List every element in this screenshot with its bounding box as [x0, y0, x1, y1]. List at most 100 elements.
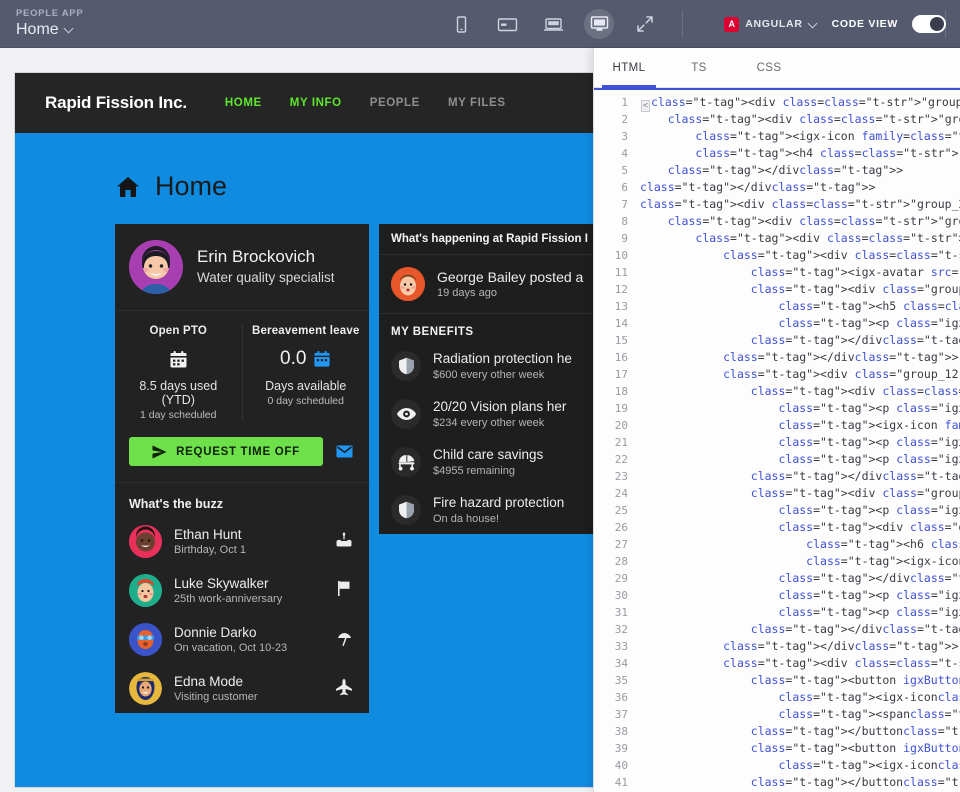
page-selector[interactable]: Home: [16, 21, 83, 38]
code-line-number: 23: [614, 470, 628, 483]
code-line: 32 class="t-tag"></divclass="t-tag">>: [594, 621, 960, 638]
framework-label: ANGULAR: [745, 18, 803, 30]
benefit-item[interactable]: Fire hazard protection On da house!: [379, 486, 593, 534]
laptop-icon: [543, 17, 563, 31]
code-line-number: 36: [614, 691, 628, 704]
cake-icon: [333, 532, 355, 552]
code-line-text: class="t-tag"></buttonclass="t-tag">>: [750, 775, 960, 789]
app-preview: Rapid Fission Inc. HOME MY INFO PEOPLE M…: [14, 72, 594, 788]
code-line-text: class="t-tag"><h5 class=class="t-str">"e…: [778, 299, 960, 313]
nav-item-my-info[interactable]: MY INFO: [290, 97, 342, 109]
request-time-off-button[interactable]: REQUEST TIME OFF: [129, 437, 323, 466]
code-line: 3 class="t-tag"><igx-icon family=class="…: [594, 128, 960, 145]
code-line-text: class="t-tag"><igx-iconclass="t-tag">>se…: [778, 690, 960, 704]
benefit-text: 20/20 Vision plans her $234 every other …: [433, 399, 566, 429]
tab-css[interactable]: CSS: [734, 48, 804, 87]
email-icon: [336, 445, 352, 458]
post-text: George Bailey posted a 19 days ago: [437, 269, 583, 299]
list-item[interactable]: Edna Mode Visiting customer: [115, 664, 369, 713]
list-item[interactable]: Ethan Hunt Birthday, Oct 1: [115, 517, 369, 566]
nav-item-home[interactable]: HOME: [225, 97, 262, 109]
dashboard-grid: Erin Brockovich Water quality specialist…: [15, 224, 593, 713]
hero-section: Home Erin Brockovich Water quality speci…: [15, 133, 593, 787]
buzz-card: What's the buzz Ethan Hunt Birthday, Oct…: [115, 483, 369, 713]
code-line: 18 class="t-tag"><div class=class="t-str…: [594, 383, 960, 400]
code-view-toggle[interactable]: [912, 15, 946, 33]
code-line-text: class="t-tag"></divclass="t-tag">>: [723, 350, 959, 364]
post-item[interactable]: George Bailey posted a 19 days ago: [379, 255, 593, 313]
code-line-text: class="t-tag"></divclass="t-tag">>: [640, 180, 876, 194]
tab-html[interactable]: HTML: [594, 48, 664, 88]
app-navbar: Rapid Fission Inc. HOME MY INFO PEOPLE M…: [15, 73, 593, 133]
code-line-number: 21: [614, 436, 628, 449]
code-editor[interactable]: 1 < class="t-tag"><div class=class="t-str"…: [594, 88, 960, 792]
buzz-sub: On vacation, Oct 10-23: [174, 642, 288, 655]
email-button[interactable]: [333, 441, 355, 463]
code-line: 24 class="t-tag"><div class="group_15 gr…: [594, 485, 960, 502]
code-line-text: class="t-tag"><div class=class="t-str">"…: [640, 197, 960, 211]
code-line: 20 class="t-tag"><igx-icon family="mater…: [594, 417, 960, 434]
buzz-name: Donnie Darko: [174, 624, 257, 640]
code-line-number: 38: [614, 725, 628, 738]
benefit-item[interactable]: Child care savings $4955 remaining: [379, 438, 593, 486]
benefit-sub: $4955 remaining: [433, 464, 515, 477]
eye-icon: [391, 399, 421, 429]
code-line-number: 41: [614, 776, 628, 789]
code-line-number: 37: [614, 708, 628, 721]
code-line-text: class="t-tag"></divclass="t-tag">>: [750, 622, 960, 636]
benefit-sub: $600 every other week: [433, 368, 545, 381]
code-line-number: 20: [614, 419, 628, 432]
code-line: 41 class="t-tag"></buttonclass="t-tag">>: [594, 774, 960, 791]
list-item-text: Donnie Darko On vacation, Oct 10-23: [174, 625, 321, 655]
code-line-number: 31: [614, 606, 628, 619]
benefit-title: Radiation protection he: [433, 351, 572, 367]
flag-icon: [333, 580, 355, 601]
benefit-text: Child care savings $4955 remaining: [433, 447, 543, 477]
desktop-icon-button[interactable]: [584, 9, 614, 39]
nav-item-people[interactable]: PEOPLE: [370, 97, 420, 109]
avatar: [129, 525, 162, 558]
code-line: 16 class="t-tag"></divclass="t-tag">>: [594, 349, 960, 366]
code-line-text: class="t-tag"><p class="igx-typography: [778, 452, 960, 466]
brand-label: Rapid Fission Inc.: [45, 93, 187, 112]
buzz-sub: Visiting customer: [174, 691, 258, 704]
list-item[interactable]: Donnie Darko On vacation, Oct 10-23: [115, 615, 369, 664]
code-line-number: 27: [614, 538, 628, 551]
code-line: 19 class="t-tag"><p class="igx-typograph…: [594, 400, 960, 417]
code-line-number: 8: [621, 215, 628, 228]
tablet-icon-button[interactable]: [492, 9, 522, 39]
code-line: 22 class="t-tag"><p class="igx-typograph…: [594, 451, 960, 468]
happening-heading: What's happening at Rapid Fission I: [391, 233, 588, 245]
phone-icon-button[interactable]: [446, 9, 476, 39]
code-top-accent: [594, 88, 960, 90]
avatar: [129, 574, 162, 607]
code-line: 9 class="t-tag"><div class=class="t-str"…: [594, 230, 960, 247]
code-line-number: 15: [614, 334, 628, 347]
benefit-text: Radiation protection he $600 every other…: [433, 351, 572, 381]
action-buttons: REQUEST TIME OFF: [115, 429, 369, 482]
benefit-item[interactable]: Radiation protection he $600 every other…: [379, 342, 593, 390]
benefit-text: Fire hazard protection On da house!: [433, 495, 564, 525]
laptop-icon-button[interactable]: [538, 9, 568, 39]
expand-icon: [637, 16, 653, 32]
code-line: 5 class="t-tag"></divclass="t-tag">>: [594, 162, 960, 179]
code-line-text: class="t-tag"></divclass="t-tag">>: [750, 333, 960, 347]
avatar[interactable]: [129, 240, 183, 294]
benefits-heading: MY BENEFITS: [391, 326, 474, 338]
code-line: 17 class="t-tag"><div class="group_12 gr…: [594, 366, 960, 383]
tab-ts[interactable]: TS: [664, 48, 734, 87]
expand-icon-button[interactable]: [630, 9, 660, 39]
code-line-text: class="t-tag"></buttonclass="t-tag">>: [750, 724, 960, 738]
nav-item-my-files[interactable]: MY FILES: [448, 97, 506, 109]
code-line-text: class="t-tag"><igx-avatar src="https://d…: [750, 265, 960, 279]
code-line-text: class="t-tag"><p class="igx-typography: [778, 316, 960, 330]
code-line-number: 24: [614, 487, 628, 500]
list-item[interactable]: Luke Skywalker 25th work-anniversary: [115, 566, 369, 615]
framework-selector[interactable]: A ANGULAR: [724, 16, 817, 32]
benefit-item[interactable]: 20/20 Vision plans her $234 every other …: [379, 390, 593, 438]
calendar-icon: [170, 350, 187, 367]
app-label: PEOPLE APP: [16, 8, 84, 20]
code-line-number: 16: [614, 351, 628, 364]
code-line: 8 class="t-tag"><div class=class="t-str"…: [594, 213, 960, 230]
code-line-number: 25: [614, 504, 628, 517]
